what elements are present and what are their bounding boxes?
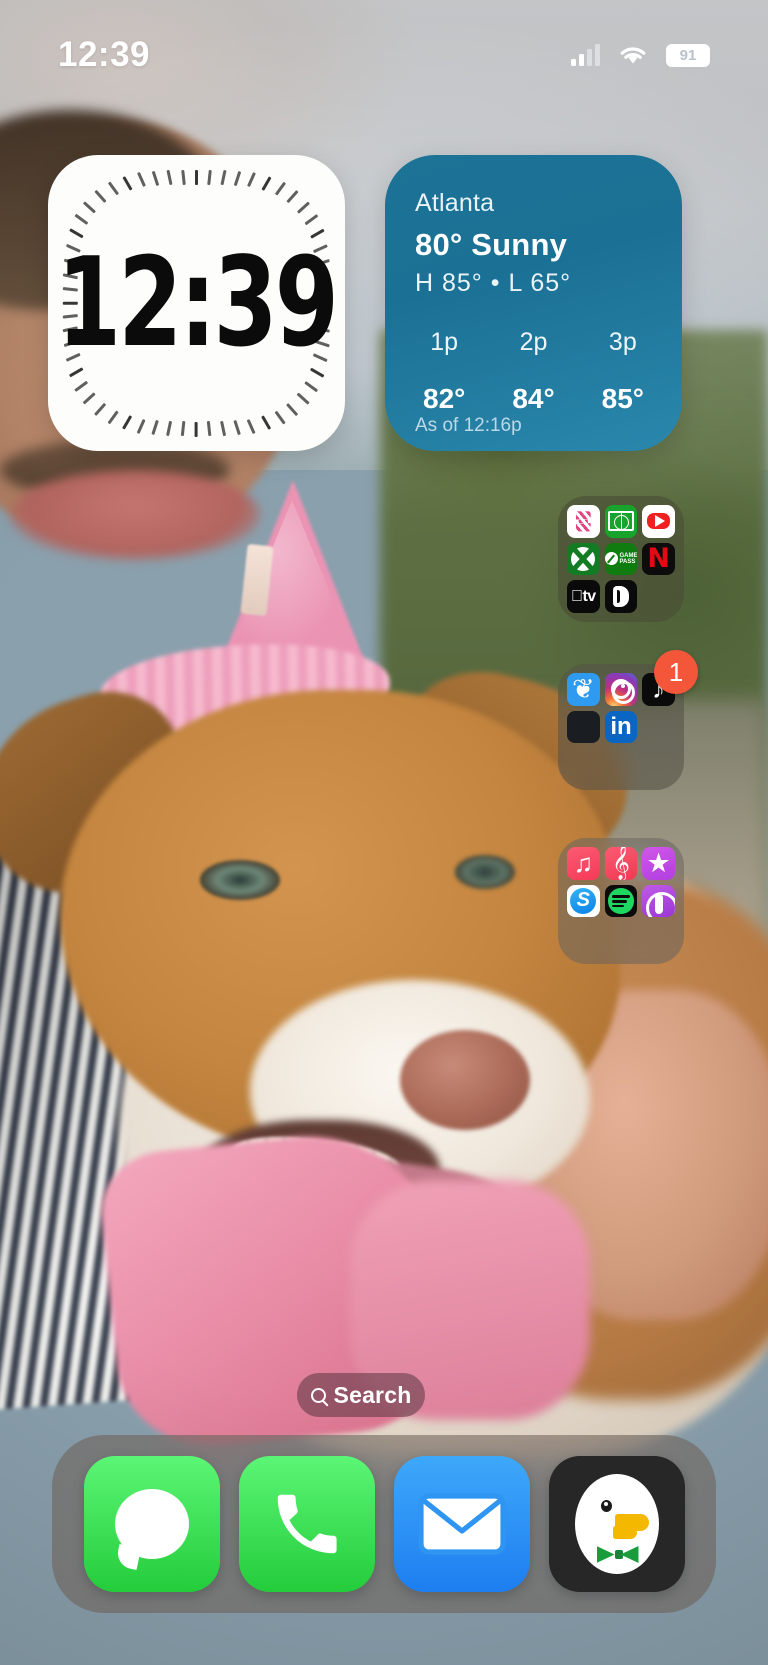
youtube-icon[interactable] [642,505,675,538]
dazn-icon[interactable] [604,580,638,613]
status-bar: 12:39 91 [0,0,768,110]
notification-badge: 1 [654,650,698,694]
shazam-icon[interactable]: S [567,884,600,918]
netflix-glyph: N [647,543,670,575]
weather-hour-temp: 84° [512,383,555,414]
clock-widget-time: 12:39 [57,231,339,375]
phone-icon[interactable] [238,1456,375,1592]
directv-icon[interactable] [567,505,600,538]
classical-glyph: ★ [646,847,671,878]
music-folder[interactable]: ♫ 𝄞 ★ S [558,838,684,964]
apple-music-classical-icon[interactable]: ★ [642,847,675,880]
cellular-signal-icon [571,44,600,66]
status-bar-time: 12:39 [58,35,151,74]
battery-icon: 91 [666,43,710,67]
shazam-glyph: S [570,887,597,915]
wifi-icon [620,47,646,64]
apple-tv-icon[interactable]: tv [567,580,600,613]
apple-music-icon[interactable]: ♫ [567,847,600,880]
messages-icon[interactable] [83,1456,220,1592]
weather-hour-column: 3p 85° [602,328,644,415]
bluesky-icon[interactable]: ❦ [567,673,600,706]
apple-tv-glyph: tv [576,587,596,605]
game-pass-label: GAME PASS [619,552,638,565]
search-label: Search [333,1381,412,1408]
spotify-icon[interactable] [604,884,638,918]
message-bubble-glyph [114,1489,189,1559]
weather-as-of-timestamp: As of 12:16p [415,415,522,436]
battery-level: 91 [679,46,697,64]
dock [52,1435,716,1613]
weather-hour-column: 2p 84° [512,328,554,415]
soccer-field-icon[interactable] [604,505,638,538]
netflix-icon[interactable]: N [642,542,675,576]
bluesky-glyph: ❦ [572,673,595,704]
clock-widget[interactable]: 12:39 [48,155,345,451]
weather-hour-temp: 85° [601,383,644,414]
widget-row: 12:39 Atlanta 80° Sunny H 85° • L 65° 1p… [48,155,722,451]
envelope-glyph [417,1493,506,1555]
weather-high-low: H 85° • L 65° [415,269,572,297]
weather-hour-column: 1p 82° [423,328,465,415]
entertainment-folder[interactable]: GAME PASS N tv [558,496,684,622]
apple-music-glyph: ♫ [573,848,594,879]
handset-glyph [277,1494,337,1554]
xbox-icon[interactable] [567,542,600,576]
weather-hour-label: 1p [430,328,459,356]
instagram-icon[interactable] [604,673,638,706]
linkedin-glyph: in [610,712,632,740]
status-bar-indicators: 91 [571,43,710,67]
weather-current-condition: 80° Sunny [415,227,568,262]
search-icon [310,1387,326,1403]
weather-hour-label: 2p [519,328,548,356]
search-button[interactable]: Search [297,1373,425,1417]
weather-hourly-forecast: 1p 82° 2p 84° 3p 85° [415,328,652,415]
garageband-glyph: 𝄞 [612,847,630,880]
mail-icon[interactable] [393,1456,530,1592]
garageband-icon[interactable]: 𝄞 [604,847,638,880]
slack-icon[interactable] [567,710,600,744]
duckduckgo-icon[interactable] [548,1456,685,1592]
weather-widget[interactable]: Atlanta 80° Sunny H 85° • L 65° 1p 82° 2… [385,155,682,451]
linkedin-icon[interactable]: in [604,710,638,744]
weather-hour-temp: 82° [423,383,466,414]
social-folder[interactable]: 1 ❦ ♪ in [558,650,698,790]
duck-glyph [574,1474,659,1574]
weather-hour-label: 3p [608,328,637,356]
weather-city: Atlanta [415,189,495,217]
xbox-game-pass-icon[interactable]: GAME PASS [604,542,638,576]
apple-podcasts-icon[interactable] [642,884,675,918]
